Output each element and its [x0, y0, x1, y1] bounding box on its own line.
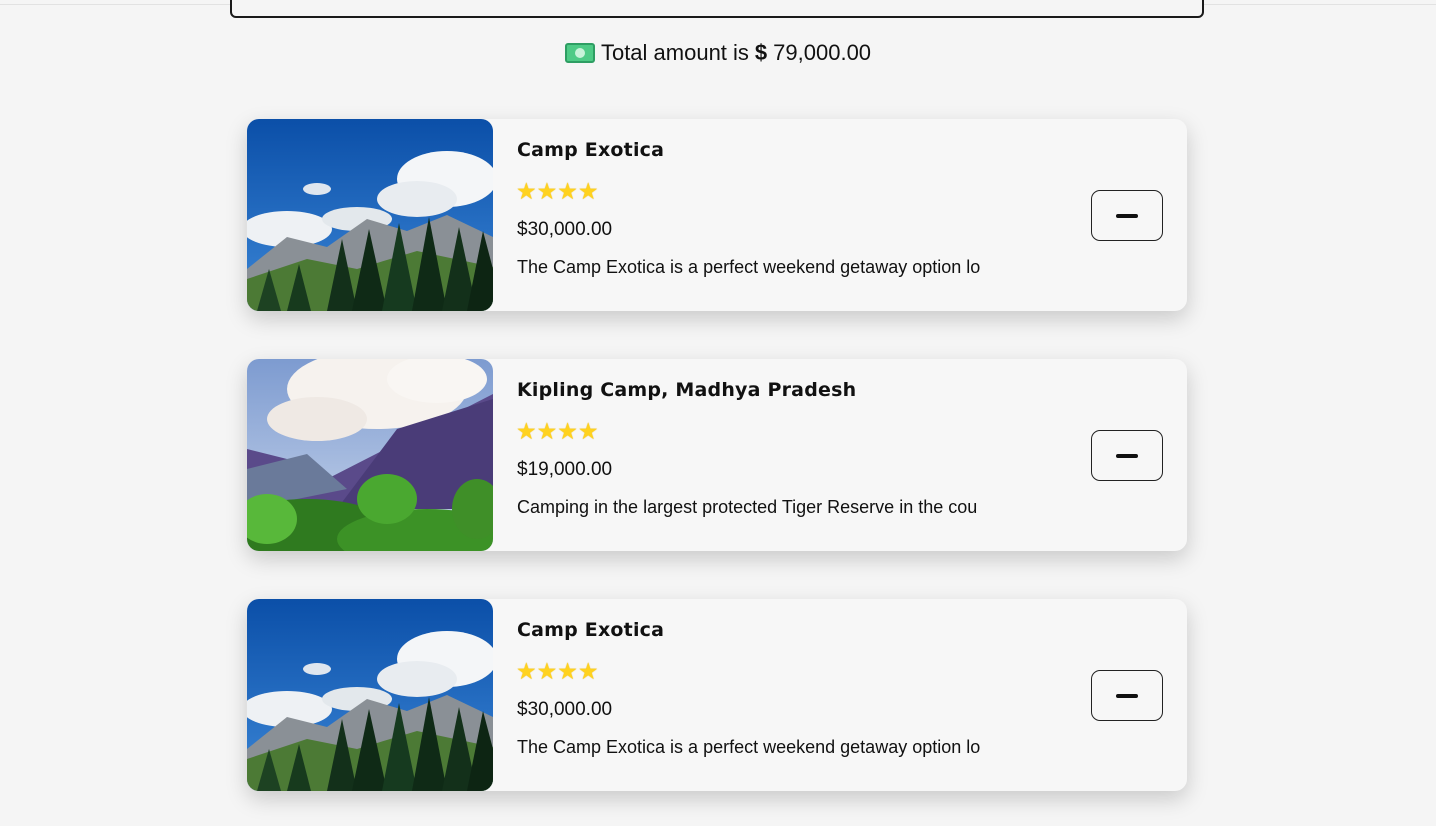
mountain-forest-photo [247, 119, 493, 311]
mountain-cliffs-photo [247, 359, 493, 551]
money-icon [564, 43, 595, 63]
item-title: Camp Exotica [517, 139, 665, 161]
total-amount: 79,000.00 [773, 40, 872, 65]
item-price: $30,000.00 [517, 219, 613, 240]
item-title: Camp Exotica [517, 619, 665, 641]
item-description: The Camp Exotica is a perfect weekend ge… [517, 257, 981, 277]
item-title: Kipling Camp, Madhya Pradesh [517, 379, 857, 401]
item-price: $30,000.00 [517, 699, 613, 720]
currency-symbol: $ [754, 40, 768, 65]
cart-item-card: Camp Exotica ★★★★ $30,000.00 The Camp Ex… [247, 599, 1187, 791]
mountain-forest-photo [247, 599, 493, 791]
remove-item-button[interactable] [1091, 670, 1163, 721]
remove-item-button[interactable] [1091, 190, 1163, 241]
minus-icon [1116, 453, 1138, 458]
rating-stars: ★★★★ [516, 179, 599, 205]
minus-icon [1116, 213, 1138, 218]
remove-item-button[interactable] [1091, 430, 1163, 481]
total-label: Total amount is [600, 40, 749, 65]
item-description: Camping in the largest protected Tiger R… [517, 497, 978, 517]
rating-stars: ★★★★ [516, 659, 599, 685]
total-amount-row: Total amount is $ 79,000.00 [0, 40, 1436, 66]
minus-icon [1116, 693, 1138, 698]
rating-stars: ★★★★ [516, 419, 599, 445]
item-price: $19,000.00 [517, 459, 613, 480]
cart-item-card: Camp Exotica ★★★★ $30,000.00 The Camp Ex… [247, 119, 1187, 311]
top-panel [230, 0, 1204, 18]
item-description: The Camp Exotica is a perfect weekend ge… [517, 737, 981, 757]
cart-item-card: Kipling Camp, Madhya Pradesh ★★★★ $19,00… [247, 359, 1187, 551]
